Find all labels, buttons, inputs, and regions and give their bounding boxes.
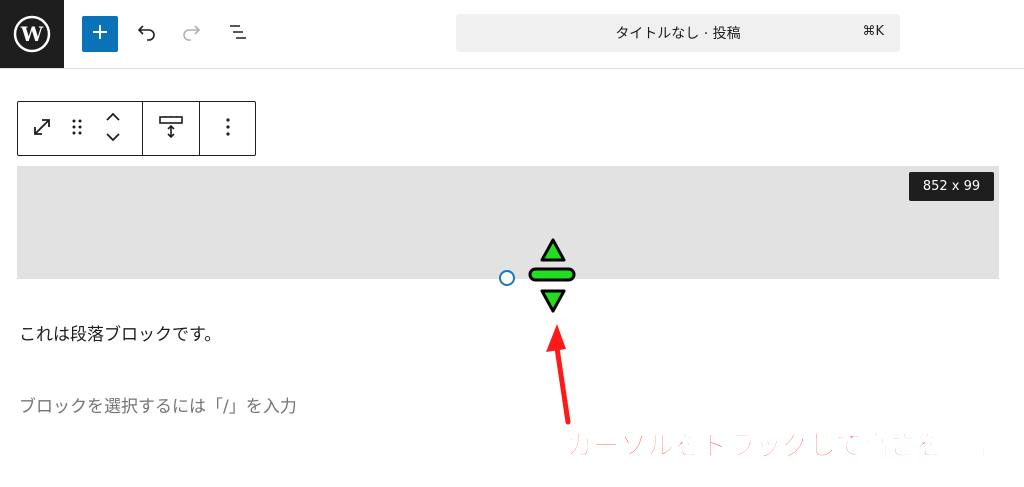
command-shortcut: ⌘K xyxy=(862,24,884,39)
wordpress-logo-icon[interactable]: W xyxy=(0,0,64,68)
plus-icon xyxy=(92,24,108,44)
redo-button[interactable] xyxy=(174,16,210,52)
drag-handle[interactable] xyxy=(66,102,88,155)
list-view-icon xyxy=(227,21,249,47)
add-block-button[interactable] xyxy=(82,16,118,52)
spacer-block[interactable] xyxy=(17,166,999,279)
annotation-caption: カーソルをドラッグして高さを調整 xyxy=(565,431,998,463)
more-vertical-icon xyxy=(225,117,231,141)
resize-cursor-icon xyxy=(524,236,580,320)
annotation-arrow-icon xyxy=(530,318,580,432)
svg-text:W: W xyxy=(20,22,44,46)
block-mover-group xyxy=(18,102,142,155)
resize-arrows-icon xyxy=(31,116,53,142)
redo-icon xyxy=(181,21,203,47)
spacer-icon xyxy=(158,114,184,144)
move-up-down-icon xyxy=(104,110,122,148)
size-tooltip: 852 x 99 xyxy=(909,172,994,201)
list-view-button[interactable] xyxy=(220,16,256,52)
paragraph-block[interactable]: これは段落ブロックです。 xyxy=(19,320,221,345)
move-up-down-button[interactable] xyxy=(88,102,138,155)
drag-handle-icon xyxy=(71,118,83,140)
block-toolbar xyxy=(17,101,256,156)
undo-button[interactable] xyxy=(128,16,164,52)
resize-handle[interactable] xyxy=(499,270,515,286)
transform-button[interactable] xyxy=(18,102,66,155)
block-appender-placeholder[interactable]: ブロックを選択するには「/」を入力 xyxy=(19,392,297,417)
editor-header: W タイトルなし · 投稿 ⌘K xyxy=(0,0,1024,69)
document-title: タイトルなし · 投稿 xyxy=(615,26,741,42)
spacer-block-button[interactable] xyxy=(143,102,199,155)
more-options-button[interactable] xyxy=(200,102,255,155)
undo-icon xyxy=(135,21,157,47)
command-palette-bar[interactable]: タイトルなし · 投稿 ⌘K xyxy=(456,14,900,52)
